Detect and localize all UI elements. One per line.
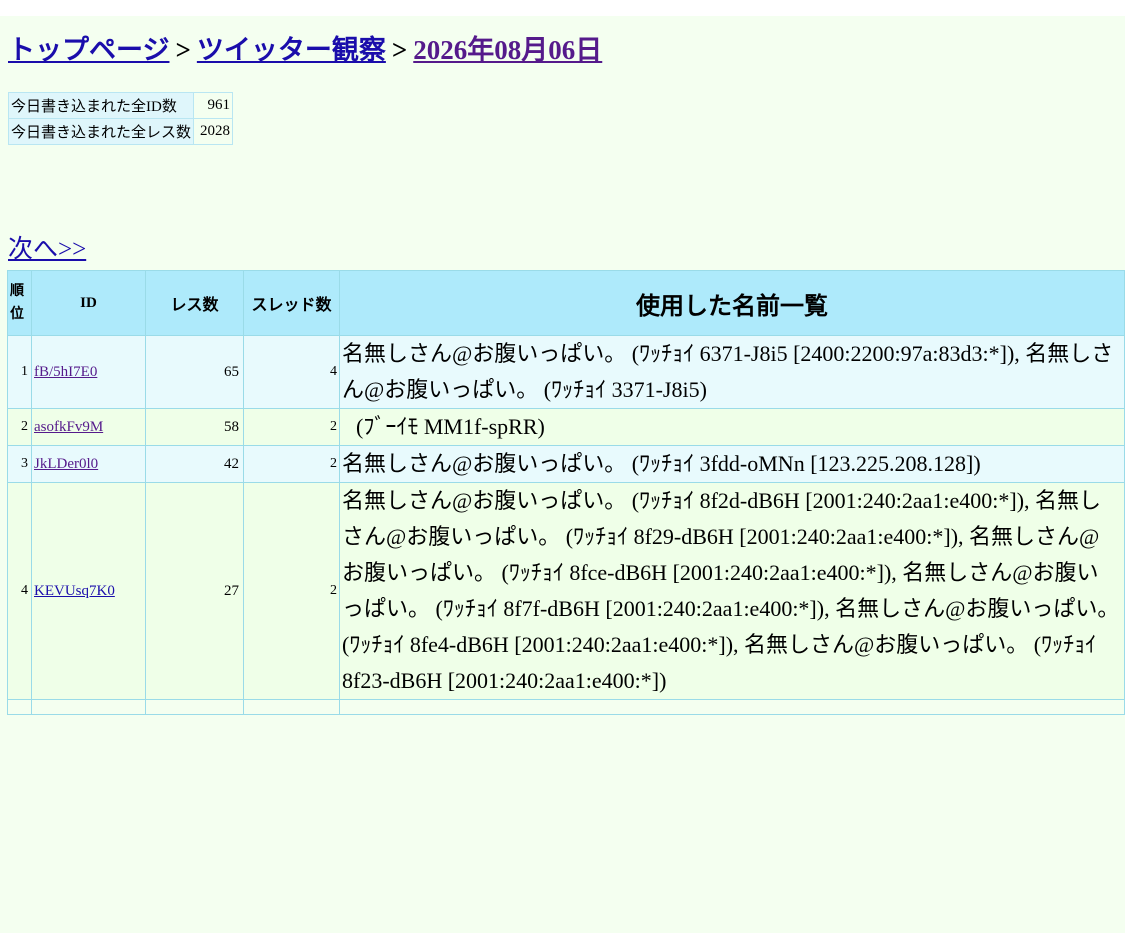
breadcrumb-separator: >	[175, 35, 191, 65]
daily-stats-table: 今日書き込まれた全ID数 961 今日書き込まれた全レス数 2028	[7, 92, 234, 145]
column-header-res-count[interactable]: レス数	[145, 270, 244, 336]
id-link[interactable]: fB/5hI7E0	[34, 364, 97, 380]
stats-value: 961	[193, 92, 234, 119]
column-header-id[interactable]: ID	[31, 270, 146, 336]
res-count-cell: 27	[145, 482, 244, 700]
thread-count-cell: 4	[243, 335, 340, 409]
stats-value: 2028	[193, 118, 234, 145]
names-cell: (ﾌﾞｰｲﾓ MM1f-spRR)	[339, 408, 1125, 446]
id-cell: JkLDer0l0	[31, 445, 146, 483]
table-row-partial	[7, 699, 1125, 715]
rank-cell: 2	[7, 408, 32, 446]
table-row: 4 KEVUsq7K0 27 2 名無しさん@お腹いっぱい。 (ﾜｯﾁｮｲ 8f…	[7, 482, 1125, 700]
table-header-row: 順位 ID レス数 スレッド数 使用した名前一覧	[7, 270, 1125, 336]
res-count-cell	[145, 699, 244, 715]
rank-cell: 4	[7, 482, 32, 700]
breadcrumb-date-link[interactable]: 2026年08月06日	[413, 35, 602, 65]
next-page-link[interactable]: 次へ>>	[8, 229, 86, 265]
id-cell: KEVUsq7K0	[31, 482, 146, 700]
names-cell: 名無しさん@お腹いっぱい。 (ﾜｯﾁｮｲ 8f2d-dB6H [2001:240…	[339, 482, 1125, 700]
id-link[interactable]: asofkFv9M	[34, 419, 103, 435]
id-link[interactable]: KEVUsq7K0	[34, 583, 115, 599]
res-count-cell: 42	[145, 445, 244, 483]
top-strip	[0, 0, 1125, 16]
rank-cell: 3	[7, 445, 32, 483]
thread-count-cell: 2	[243, 482, 340, 700]
table-row: 3 JkLDer0l0 42 2 名無しさん@お腹いっぱい。 (ﾜｯﾁｮｲ 3f…	[7, 445, 1125, 483]
names-cell: 名無しさん@お腹いっぱい。 (ﾜｯﾁｮｲ 3fdd-oMNn [123.225.…	[339, 445, 1125, 483]
stats-row-res: 今日書き込まれた全レス数 2028	[7, 118, 234, 145]
ranking-table: 順位 ID レス数 スレッド数 使用した名前一覧 1 fB/5hI7E0 65 …	[7, 270, 1125, 715]
table-row: 1 fB/5hI7E0 65 4 名無しさん@お腹いっぱい。 (ﾜｯﾁｮｲ 63…	[7, 335, 1125, 409]
thread-count-cell	[243, 699, 340, 715]
stats-label: 今日書き込まれた全ID数	[7, 92, 195, 119]
column-header-thread-count[interactable]: スレッド数	[243, 270, 340, 336]
res-count-cell: 65	[145, 335, 244, 409]
rank-cell: 1	[7, 335, 32, 409]
stats-row-ids: 今日書き込まれた全ID数 961	[7, 92, 234, 119]
breadcrumb-board-link[interactable]: ツイッター観察	[197, 35, 386, 65]
res-count-cell: 58	[145, 408, 244, 446]
column-header-rank[interactable]: 順位	[7, 270, 32, 336]
table-row: 2 asofkFv9M 58 2 (ﾌﾞｰｲﾓ MM1f-spRR)	[7, 408, 1125, 446]
id-cell	[31, 699, 146, 715]
id-link[interactable]: JkLDer0l0	[34, 456, 98, 472]
column-header-names: 使用した名前一覧	[339, 270, 1125, 336]
breadcrumb: トップページ > ツイッター観察 >2026年08月06日	[8, 28, 602, 67]
breadcrumb-home-link[interactable]: トップページ	[8, 35, 169, 65]
thread-count-cell: 2	[243, 445, 340, 483]
thread-count-cell: 2	[243, 408, 340, 446]
id-cell: fB/5hI7E0	[31, 335, 146, 409]
id-cell: asofkFv9M	[31, 408, 146, 446]
breadcrumb-separator: >	[391, 35, 408, 65]
names-cell	[339, 699, 1125, 715]
rank-cell	[7, 699, 32, 715]
names-cell: 名無しさん@お腹いっぱい。 (ﾜｯﾁｮｲ 6371-J8i5 [2400:220…	[339, 335, 1125, 409]
stats-label: 今日書き込まれた全レス数	[7, 118, 195, 145]
